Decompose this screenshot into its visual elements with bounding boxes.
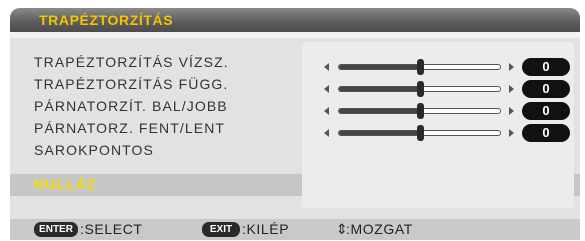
footer-hint-bar: ENTER :SELECT EXIT :KILÉP ⇕ :MOZGAT — [10, 219, 580, 240]
title-divider — [10, 32, 580, 38]
move-hint: :MOZGAT — [346, 221, 413, 237]
slider-fill — [339, 65, 420, 69]
slider-thumb[interactable] — [417, 59, 424, 75]
slider-fill — [339, 109, 420, 113]
menu-item-label: TRAPÉZTORZÍTÁS FÜGG. — [34, 76, 229, 92]
value-display: 0 — [522, 80, 570, 98]
slider-thumb[interactable] — [417, 103, 424, 119]
slider-panel: 0 0 0 0 — [302, 42, 574, 208]
value-display: 0 — [522, 102, 570, 120]
enter-key-badge: ENTER — [34, 222, 78, 237]
arrow-left-icon[interactable] — [324, 129, 329, 137]
slider-fill — [339, 131, 420, 135]
title-bar: TRAPÉZTORZÍTÁS — [10, 8, 580, 32]
slider-pincushion-top-bottom[interactable]: 0 — [302, 124, 574, 142]
arrow-left-icon[interactable] — [324, 63, 329, 71]
select-hint: :SELECT — [80, 221, 143, 237]
value-display: 0 — [522, 124, 570, 142]
exit-key-badge: EXIT — [202, 222, 240, 237]
slider-fill — [339, 87, 420, 91]
value-display: 0 — [522, 58, 570, 76]
menu-item-label: PÁRNATORZ. FENT/LENT — [34, 120, 226, 136]
menu-item-label: NULLÁZ — [34, 176, 97, 192]
arrow-right-icon[interactable] — [509, 107, 514, 115]
arrow-left-icon[interactable] — [324, 107, 329, 115]
slider-pincushion-left-right[interactable]: 0 — [302, 102, 574, 120]
arrow-right-icon[interactable] — [509, 129, 514, 137]
slider-keystone-vertical[interactable]: 0 — [302, 80, 574, 98]
keystone-menu-window: TRAPÉZTORZÍTÁS TRAPÉZTORZÍTÁS VÍZSZ. TRA… — [10, 8, 580, 219]
arrow-left-icon[interactable] — [324, 85, 329, 93]
menu-item-label: SAROKPONTOS — [34, 142, 154, 158]
slider-keystone-horizontal[interactable]: 0 — [302, 58, 574, 76]
menu-item-label: PÁRNATORZÍT. BAL/JOBB — [34, 98, 228, 114]
arrow-right-icon[interactable] — [509, 63, 514, 71]
menu-item-label: TRAPÉZTORZÍTÁS VÍZSZ. — [34, 54, 229, 70]
arrow-right-icon[interactable] — [509, 85, 514, 93]
exit-hint: :KILÉP — [242, 221, 290, 237]
menu-title: TRAPÉZTORZÍTÁS — [39, 12, 174, 28]
slider-thumb[interactable] — [417, 125, 424, 141]
slider-thumb[interactable] — [417, 81, 424, 97]
